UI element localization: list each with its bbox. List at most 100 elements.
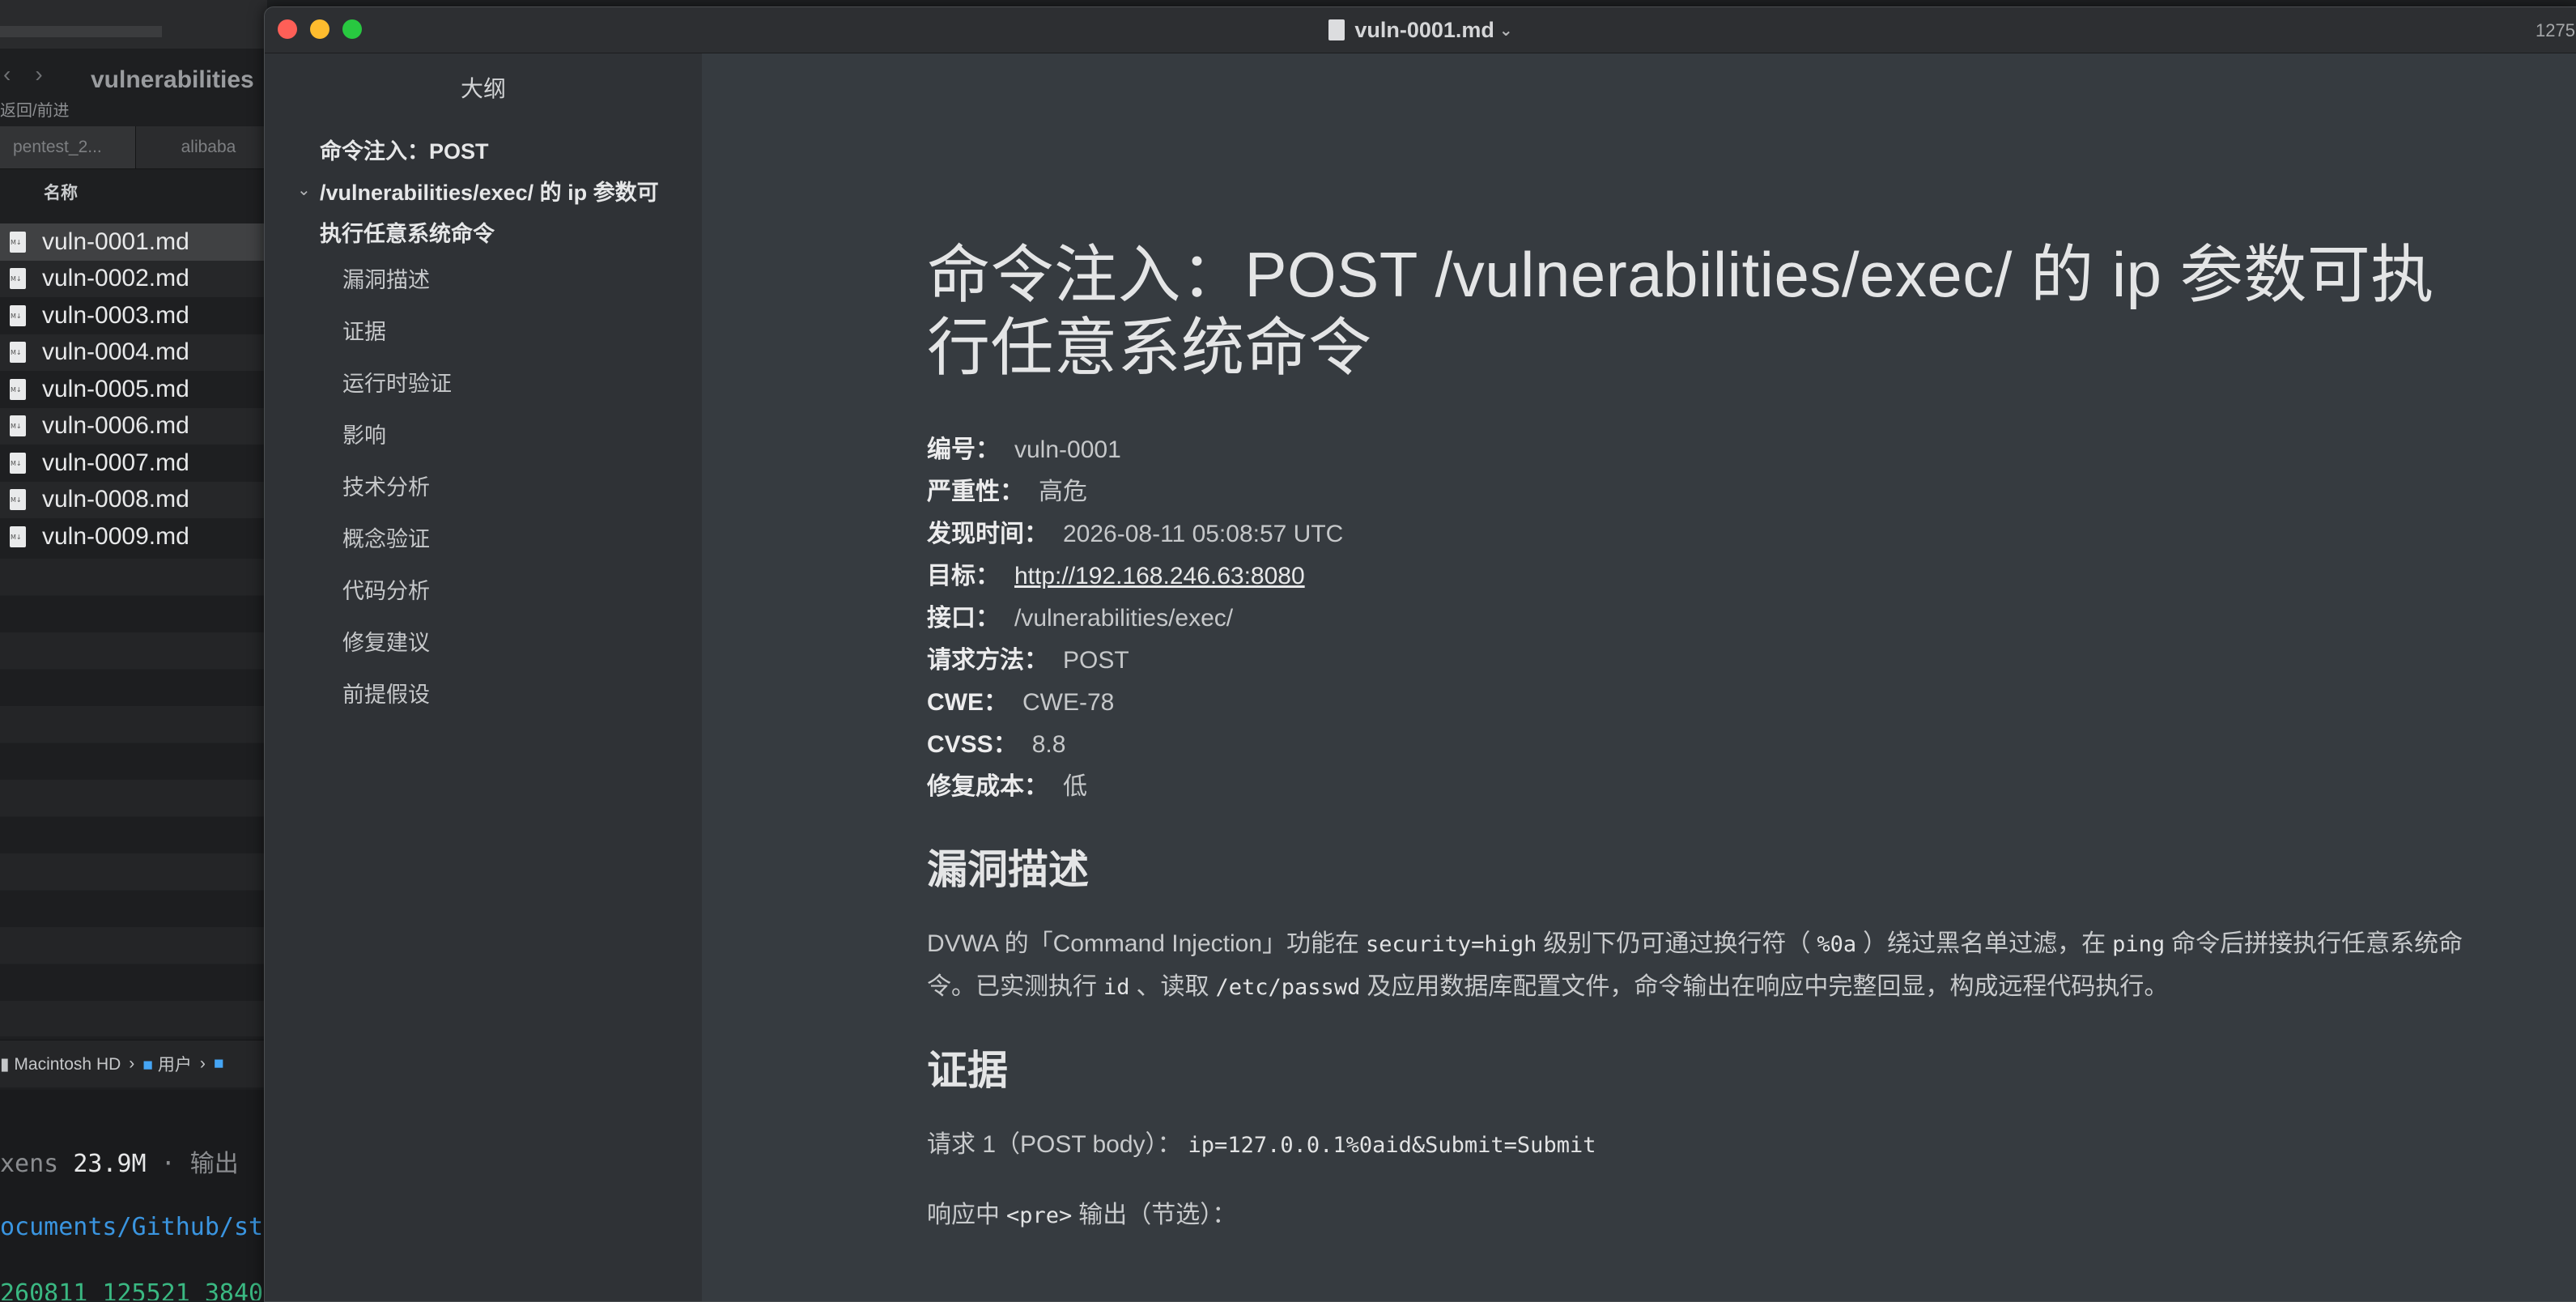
outline-item[interactable]: 代码分析 bbox=[342, 573, 452, 625]
file-row[interactable]: vuln-0001.md bbox=[0, 223, 267, 261]
file-row[interactable]: vuln-0009.md bbox=[0, 518, 267, 555]
markdown-file-icon bbox=[10, 452, 26, 474]
file-row[interactable]: vuln-0007.md bbox=[0, 445, 267, 482]
outline-item[interactable]: 概念验证 bbox=[342, 521, 452, 573]
column-header-name[interactable]: 名称 bbox=[44, 180, 78, 204]
markdown-file-icon bbox=[10, 231, 26, 253]
outline-item-main-heading[interactable]: 命令注入：POST /vulnerabilities/exec/ 的 ip 参数… bbox=[320, 131, 676, 255]
document-content: 命令注入：POST /vulnerabilities/exec/ 的 ip 参数… bbox=[927, 238, 2481, 1265]
outline-item[interactable]: 运行时验证 bbox=[342, 366, 452, 418]
inline-code: /etc/passwd bbox=[1215, 975, 1361, 1000]
folder-icon: ■ bbox=[142, 1056, 153, 1074]
markdown-file-icon bbox=[10, 342, 26, 364]
meta-label: 目标： bbox=[927, 563, 1000, 589]
terminal-text: xens bbox=[0, 1150, 59, 1178]
path-bar: ▮ Macintosh HD › ■ 用户 › ■ bbox=[0, 1040, 267, 1087]
file-name: vuln-0008.md bbox=[42, 486, 189, 513]
markdown-file-icon bbox=[10, 268, 26, 290]
text-run: 及应用数据库配置文件，命令输出在响应中完整回显，构成远程代码执行。 bbox=[1367, 973, 2169, 1000]
chevron-down-icon[interactable]: ⌄ bbox=[297, 180, 311, 200]
section-heading-description: 漏洞描述 bbox=[927, 847, 1089, 892]
file-name: vuln-0002.md bbox=[42, 265, 189, 292]
meta-found-time: 发现时间： 2026-08-11 05:08:57 UTC bbox=[927, 513, 2481, 555]
finder-title: vulnerabilities bbox=[91, 66, 254, 93]
forward-button[interactable]: › bbox=[35, 62, 42, 87]
terminal-text: · 输出 bbox=[160, 1150, 239, 1178]
finder-nav-label: 返回/前进 bbox=[0, 102, 70, 120]
word-count[interactable]: 1275 bbox=[2536, 20, 2575, 41]
terminal-window: xens 23.9M · 输出 ocuments/Github/st 26081… bbox=[0, 1090, 267, 1300]
outline-item[interactable]: 技术分析 bbox=[342, 470, 452, 521]
path-separator: › bbox=[129, 1054, 135, 1073]
document-title[interactable]: vuln-0001.md ⌄ bbox=[265, 7, 2576, 53]
document-title-text: vuln-0001.md bbox=[1354, 17, 1494, 42]
meta-label: CVSS： bbox=[927, 731, 1018, 758]
inline-code: security=high bbox=[1366, 932, 1537, 957]
markdown-file-icon bbox=[10, 525, 26, 547]
file-row[interactable]: vuln-0008.md bbox=[0, 481, 267, 518]
chevron-down-icon: ⌄ bbox=[1498, 21, 1513, 40]
meta-value: 低 bbox=[1063, 773, 1087, 800]
meta-value: 2026-08-11 05:08:57 UTC bbox=[1063, 521, 1344, 547]
inline-code: ping bbox=[2112, 932, 2166, 957]
editor-area[interactable]: 命令注入：POST /vulnerabilities/exec/ 的 ip 参数… bbox=[702, 53, 2576, 1301]
file-row[interactable]: vuln-0006.md bbox=[0, 407, 267, 445]
file-name: vuln-0007.md bbox=[42, 449, 189, 476]
text-run: 输出（节选）： bbox=[1078, 1202, 1237, 1228]
meta-value: 高危 bbox=[1039, 479, 1087, 505]
description-paragraph: DVWA 的「Command Injection」功能在 security=hig… bbox=[927, 923, 2481, 1009]
document-heading: 命令注入：POST /vulnerabilities/exec/ 的 ip 参数… bbox=[927, 239, 2434, 383]
meta-label: CWE： bbox=[927, 689, 1008, 716]
disk-icon: ▮ bbox=[0, 1054, 10, 1074]
markdown-file-icon bbox=[1328, 19, 1345, 40]
meta-target: 目标： http://192.168.246.63:8080 bbox=[927, 555, 2481, 598]
finder-nav-buttons: ‹ › bbox=[3, 62, 43, 87]
finder-tab-pentest[interactable]: pentest_2... bbox=[0, 126, 136, 168]
text-run: DVWA 的「Command Injection」功能在 bbox=[927, 930, 1360, 957]
evidence-request: 请求 1（POST body）： ip=127.0.0.1%0aid&Submit… bbox=[927, 1124, 2481, 1167]
file-row[interactable]: vuln-0004.md bbox=[0, 334, 267, 371]
text-run: ）绕过黑名单过滤，在 bbox=[1863, 930, 2106, 957]
outline-item[interactable]: 漏洞描述 bbox=[342, 262, 452, 314]
file-name: vuln-0004.md bbox=[42, 338, 189, 366]
terminal-output-line: 260811_125521_3840 bbox=[0, 1279, 264, 1300]
text-run: 级别下仍可通过换行符（ bbox=[1543, 930, 1811, 957]
meta-value: vuln-0001 bbox=[1014, 436, 1121, 463]
text-run: 、读取 bbox=[1136, 973, 1209, 1000]
finder-toolbar bbox=[0, 0, 267, 49]
terminal-path-line: ocuments/Github/st bbox=[0, 1213, 264, 1241]
outline-item[interactable]: 前提假设 bbox=[342, 677, 452, 729]
file-name: vuln-0001.md bbox=[42, 228, 189, 255]
terminal-status-line: xens 23.9M · 输出 bbox=[0, 1143, 239, 1179]
outline-item[interactable]: 修复建议 bbox=[342, 625, 452, 677]
file-row[interactable]: vuln-0002.md bbox=[0, 260, 267, 297]
file-row[interactable]: vuln-0003.md bbox=[0, 297, 267, 334]
file-name: vuln-0006.md bbox=[42, 412, 189, 440]
meta-value: CWE-78 bbox=[1022, 689, 1115, 716]
meta-value: /vulnerabilities/exec/ bbox=[1014, 605, 1234, 632]
file-row[interactable]: vuln-0005.md bbox=[0, 371, 267, 408]
meta-cwe: CWE： CWE-78 bbox=[927, 682, 2481, 724]
markdown-file-icon bbox=[10, 415, 26, 437]
meta-label: 编号： bbox=[927, 436, 1000, 463]
back-button[interactable]: ‹ bbox=[3, 62, 11, 87]
folder-icon: ■ bbox=[213, 1054, 224, 1073]
folder-item[interactable]: ■ 用户 bbox=[142, 1052, 192, 1076]
folder-label: 用户 bbox=[157, 1056, 192, 1074]
markdown-file-icon bbox=[10, 378, 26, 400]
meta-fix-cost: 修复成本： 低 bbox=[927, 766, 2481, 808]
finder-tab-alibaba[interactable]: alibaba bbox=[136, 126, 267, 168]
disk-item[interactable]: ▮ Macintosh HD bbox=[0, 1054, 121, 1074]
outline-title: 大纲 bbox=[460, 76, 506, 101]
inline-code: id bbox=[1103, 975, 1130, 1000]
finder-tabs: pentest_2... alibaba bbox=[0, 126, 267, 169]
meta-value: POST bbox=[1063, 647, 1129, 674]
markdown-file-icon bbox=[10, 304, 26, 326]
outline-item[interactable]: 影响 bbox=[342, 418, 452, 470]
outline-item[interactable]: 证据 bbox=[342, 314, 452, 366]
target-link[interactable]: http://192.168.246.63:8080 bbox=[1014, 563, 1305, 589]
title-bar: vuln-0001.md ⌄ 1275 bbox=[265, 7, 2576, 53]
file-name: vuln-0009.md bbox=[42, 522, 189, 550]
terminal-token-count: 23.9M bbox=[73, 1150, 147, 1178]
meta-id: 编号： vuln-0001 bbox=[927, 429, 2481, 471]
